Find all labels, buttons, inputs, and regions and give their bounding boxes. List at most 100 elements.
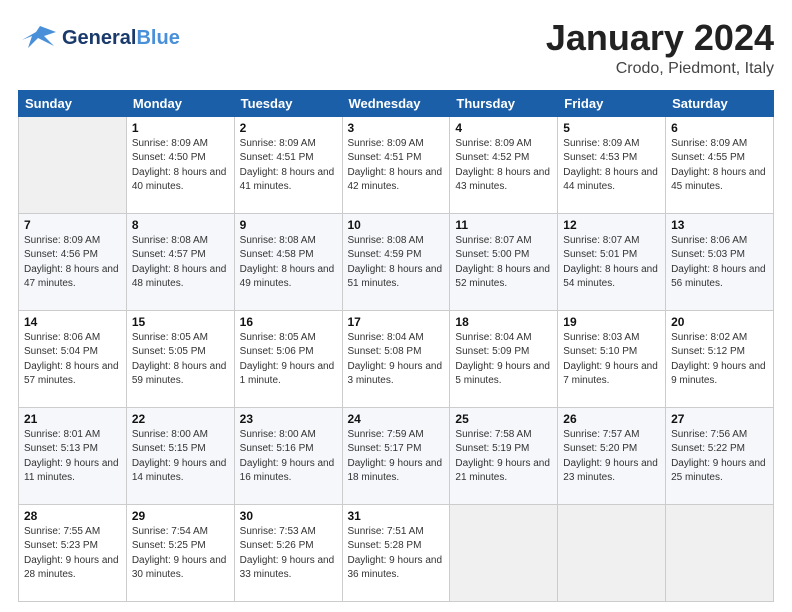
calendar-cell: 7 Sunrise: 8:09 AMSunset: 4:56 PMDayligh… bbox=[19, 213, 127, 310]
day-info: Sunrise: 8:02 AMSunset: 5:12 PMDaylight:… bbox=[671, 331, 768, 389]
calendar-cell: 16 Sunrise: 8:05 AMSunset: 5:06 PMDaylig… bbox=[234, 310, 342, 407]
calendar-cell: 17 Sunrise: 8:04 AMSunset: 5:08 PMDaylig… bbox=[342, 310, 450, 407]
calendar-cell: 14 Sunrise: 8:06 AMSunset: 5:04 PMDaylig… bbox=[19, 310, 127, 407]
day-number: 25 bbox=[455, 412, 552, 426]
calendar-cell: 1 Sunrise: 8:09 AMSunset: 4:50 PMDayligh… bbox=[126, 116, 234, 213]
calendar-cell bbox=[558, 504, 666, 601]
day-info: Sunrise: 7:58 AMSunset: 5:19 PMDaylight:… bbox=[455, 428, 552, 486]
day-number: 5 bbox=[563, 121, 660, 135]
calendar-cell: 6 Sunrise: 8:09 AMSunset: 4:55 PMDayligh… bbox=[666, 116, 774, 213]
calendar-cell: 5 Sunrise: 8:09 AMSunset: 4:53 PMDayligh… bbox=[558, 116, 666, 213]
calendar-week-row: 21 Sunrise: 8:01 AMSunset: 5:13 PMDaylig… bbox=[19, 407, 774, 504]
day-info: Sunrise: 7:55 AMSunset: 5:23 PMDaylight:… bbox=[24, 525, 121, 583]
day-number: 26 bbox=[563, 412, 660, 426]
day-info: Sunrise: 7:56 AMSunset: 5:22 PMDaylight:… bbox=[671, 428, 768, 486]
day-number: 21 bbox=[24, 412, 121, 426]
day-number: 2 bbox=[240, 121, 337, 135]
title-block: January 2024 Crodo, Piedmont, Italy bbox=[546, 18, 774, 78]
calendar-cell: 23 Sunrise: 8:00 AMSunset: 5:16 PMDaylig… bbox=[234, 407, 342, 504]
day-number: 24 bbox=[348, 412, 445, 426]
day-number: 19 bbox=[563, 315, 660, 329]
calendar-cell: 30 Sunrise: 7:53 AMSunset: 5:26 PMDaylig… bbox=[234, 504, 342, 601]
calendar-cell: 19 Sunrise: 8:03 AMSunset: 5:10 PMDaylig… bbox=[558, 310, 666, 407]
day-number: 28 bbox=[24, 509, 121, 523]
calendar-cell: 13 Sunrise: 8:06 AMSunset: 5:03 PMDaylig… bbox=[666, 213, 774, 310]
calendar-cell: 9 Sunrise: 8:08 AMSunset: 4:58 PMDayligh… bbox=[234, 213, 342, 310]
day-info: Sunrise: 8:03 AMSunset: 5:10 PMDaylight:… bbox=[563, 331, 660, 389]
calendar-cell: 18 Sunrise: 8:04 AMSunset: 5:09 PMDaylig… bbox=[450, 310, 558, 407]
weekday-header: Tuesday bbox=[234, 90, 342, 116]
calendar-week-row: 28 Sunrise: 7:55 AMSunset: 5:23 PMDaylig… bbox=[19, 504, 774, 601]
day-info: Sunrise: 7:53 AMSunset: 5:26 PMDaylight:… bbox=[240, 525, 337, 583]
day-info: Sunrise: 7:57 AMSunset: 5:20 PMDaylight:… bbox=[563, 428, 660, 486]
day-info: Sunrise: 8:08 AMSunset: 4:59 PMDaylight:… bbox=[348, 234, 445, 292]
day-number: 12 bbox=[563, 218, 660, 232]
calendar-cell: 24 Sunrise: 7:59 AMSunset: 5:17 PMDaylig… bbox=[342, 407, 450, 504]
location: Crodo, Piedmont, Italy bbox=[546, 60, 774, 78]
day-number: 13 bbox=[671, 218, 768, 232]
day-info: Sunrise: 8:07 AMSunset: 5:01 PMDaylight:… bbox=[563, 234, 660, 292]
day-info: Sunrise: 8:08 AMSunset: 4:58 PMDaylight:… bbox=[240, 234, 337, 292]
day-info: Sunrise: 7:51 AMSunset: 5:28 PMDaylight:… bbox=[348, 525, 445, 583]
day-number: 10 bbox=[348, 218, 445, 232]
day-number: 6 bbox=[671, 121, 768, 135]
weekday-header: Thursday bbox=[450, 90, 558, 116]
day-number: 16 bbox=[240, 315, 337, 329]
weekday-header: Sunday bbox=[19, 90, 127, 116]
calendar-cell: 8 Sunrise: 8:08 AMSunset: 4:57 PMDayligh… bbox=[126, 213, 234, 310]
day-info: Sunrise: 8:08 AMSunset: 4:57 PMDaylight:… bbox=[132, 234, 229, 292]
day-number: 4 bbox=[455, 121, 552, 135]
day-info: Sunrise: 8:09 AMSunset: 4:56 PMDaylight:… bbox=[24, 234, 121, 292]
day-number: 23 bbox=[240, 412, 337, 426]
day-number: 3 bbox=[348, 121, 445, 135]
day-info: Sunrise: 8:05 AMSunset: 5:05 PMDaylight:… bbox=[132, 331, 229, 389]
calendar-cell bbox=[666, 504, 774, 601]
day-info: Sunrise: 7:59 AMSunset: 5:17 PMDaylight:… bbox=[348, 428, 445, 486]
day-info: Sunrise: 8:00 AMSunset: 5:15 PMDaylight:… bbox=[132, 428, 229, 486]
day-info: Sunrise: 7:54 AMSunset: 5:25 PMDaylight:… bbox=[132, 525, 229, 583]
day-info: Sunrise: 8:07 AMSunset: 5:00 PMDaylight:… bbox=[455, 234, 552, 292]
day-info: Sunrise: 8:09 AMSunset: 4:51 PMDaylight:… bbox=[348, 137, 445, 195]
calendar-cell: 3 Sunrise: 8:09 AMSunset: 4:51 PMDayligh… bbox=[342, 116, 450, 213]
day-number: 14 bbox=[24, 315, 121, 329]
calendar-week-row: 14 Sunrise: 8:06 AMSunset: 5:04 PMDaylig… bbox=[19, 310, 774, 407]
calendar-cell: 11 Sunrise: 8:07 AMSunset: 5:00 PMDaylig… bbox=[450, 213, 558, 310]
day-number: 20 bbox=[671, 315, 768, 329]
calendar-week-row: 1 Sunrise: 8:09 AMSunset: 4:50 PMDayligh… bbox=[19, 116, 774, 213]
day-number: 22 bbox=[132, 412, 229, 426]
calendar-header-row: SundayMondayTuesdayWednesdayThursdayFrid… bbox=[19, 90, 774, 116]
weekday-header: Friday bbox=[558, 90, 666, 116]
day-number: 9 bbox=[240, 218, 337, 232]
calendar-week-row: 7 Sunrise: 8:09 AMSunset: 4:56 PMDayligh… bbox=[19, 213, 774, 310]
day-info: Sunrise: 8:09 AMSunset: 4:51 PMDaylight:… bbox=[240, 137, 337, 195]
calendar-cell: 26 Sunrise: 7:57 AMSunset: 5:20 PMDaylig… bbox=[558, 407, 666, 504]
day-number: 8 bbox=[132, 218, 229, 232]
day-number: 17 bbox=[348, 315, 445, 329]
weekday-header: Wednesday bbox=[342, 90, 450, 116]
calendar-cell: 20 Sunrise: 8:02 AMSunset: 5:12 PMDaylig… bbox=[666, 310, 774, 407]
day-number: 11 bbox=[455, 218, 552, 232]
day-number: 31 bbox=[348, 509, 445, 523]
month-title: January 2024 bbox=[546, 18, 774, 58]
day-info: Sunrise: 8:05 AMSunset: 5:06 PMDaylight:… bbox=[240, 331, 337, 389]
calendar-cell: 29 Sunrise: 7:54 AMSunset: 5:25 PMDaylig… bbox=[126, 504, 234, 601]
calendar-cell: 28 Sunrise: 7:55 AMSunset: 5:23 PMDaylig… bbox=[19, 504, 127, 601]
header: GeneralBlue January 2024 Crodo, Piedmont… bbox=[18, 18, 774, 78]
calendar-cell: 22 Sunrise: 8:00 AMSunset: 5:15 PMDaylig… bbox=[126, 407, 234, 504]
calendar-cell: 31 Sunrise: 7:51 AMSunset: 5:28 PMDaylig… bbox=[342, 504, 450, 601]
day-number: 27 bbox=[671, 412, 768, 426]
weekday-header: Monday bbox=[126, 90, 234, 116]
logo: GeneralBlue bbox=[18, 18, 180, 58]
calendar-cell bbox=[19, 116, 127, 213]
day-info: Sunrise: 8:09 AMSunset: 4:55 PMDaylight:… bbox=[671, 137, 768, 195]
logo-icon bbox=[18, 18, 58, 58]
day-info: Sunrise: 8:09 AMSunset: 4:53 PMDaylight:… bbox=[563, 137, 660, 195]
day-info: Sunrise: 8:06 AMSunset: 5:03 PMDaylight:… bbox=[671, 234, 768, 292]
page: GeneralBlue January 2024 Crodo, Piedmont… bbox=[0, 0, 792, 612]
day-info: Sunrise: 8:09 AMSunset: 4:50 PMDaylight:… bbox=[132, 137, 229, 195]
calendar-table: SundayMondayTuesdayWednesdayThursdayFrid… bbox=[18, 90, 774, 602]
day-info: Sunrise: 8:06 AMSunset: 5:04 PMDaylight:… bbox=[24, 331, 121, 389]
day-info: Sunrise: 8:09 AMSunset: 4:52 PMDaylight:… bbox=[455, 137, 552, 195]
logo-text: GeneralBlue bbox=[62, 27, 180, 49]
day-number: 29 bbox=[132, 509, 229, 523]
